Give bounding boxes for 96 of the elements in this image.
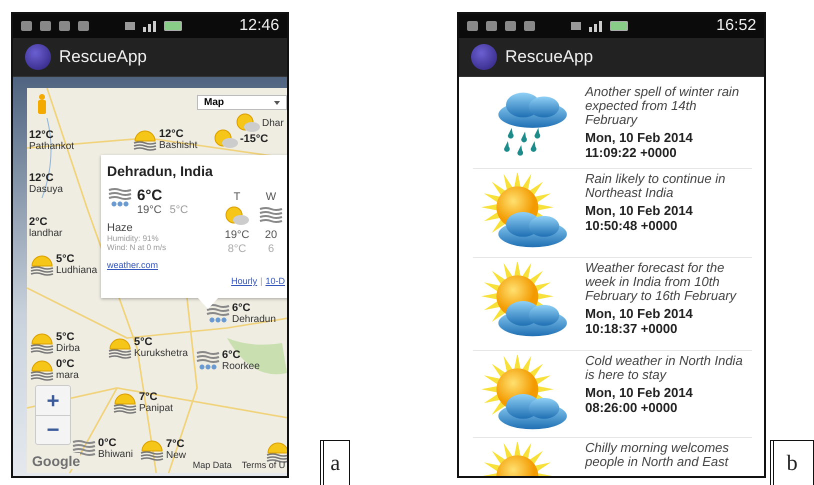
haze-rain-icon — [195, 350, 221, 372]
app-logo-icon — [471, 44, 498, 70]
marker-temperature: 5°C — [56, 254, 76, 265]
attribution-link[interactable]: Map Data — [192, 460, 232, 470]
notification-icon — [467, 21, 478, 31]
sun-cloud-icon — [224, 205, 250, 227]
news-item[interactable]: Another spell of winter rain expected from 14th February Mon, 10 Feb 2014 11:09:22 +0000 — [473, 82, 752, 168]
news-date: Mon, 10 Feb 2014 08:26:00 +0000 — [585, 385, 694, 415]
notification-icon — [21, 21, 32, 31]
news-title: Cold weather in North India is here to stay — [585, 354, 744, 382]
forecast-high: 20 — [264, 229, 278, 241]
haze-rain-icon — [205, 303, 231, 325]
marker-temperature: 12°C — [159, 129, 185, 140]
status-time: 12:46 — [239, 17, 280, 35]
popup-title: Dehradun, India — [107, 163, 214, 179]
forecast-day: W — [266, 191, 276, 203]
news-date: Mon, 10 Feb 2014 11:09:22 +0000 — [585, 130, 694, 160]
sun-icon — [112, 391, 138, 415]
marker-place: Dehradun — [232, 314, 276, 325]
marker-temperature: 6°C — [222, 350, 242, 361]
forecast-link[interactable]: 10-D — [265, 276, 285, 286]
marker-temperature: 0°C — [56, 359, 76, 370]
forecast-day: T — [234, 191, 240, 203]
sun-icon — [29, 253, 55, 277]
forecast-link[interactable]: Hourly — [231, 276, 258, 286]
news-item[interactable]: Cold weather in North India is here to stay Mon, 10 Feb 2014 08:26:00 +0000 — [473, 350, 752, 437]
sun-cloud-icon — [235, 112, 261, 134]
link-separator: | — [260, 276, 262, 286]
marker-temperature: 12°C — [29, 130, 55, 141]
marker-temperature: 5°C — [134, 337, 154, 348]
news-date: Mon, 10 Feb 2014 10:50:48 +0000 — [585, 203, 694, 233]
news-title: Rain likely to continue in Northeast India — [585, 172, 726, 200]
marker-place: Bhiwani — [98, 449, 134, 460]
sound-icon — [125, 22, 135, 30]
news-item[interactable]: Chilly morning welcomes people in North and East — [473, 437, 752, 476]
marker-temperature: 2°C — [29, 217, 48, 228]
news-item[interactable]: Weather forecast for the week in India from 10th February to 16th February Mon, 10 Feb 2014 10:18:37 +0000 — [473, 257, 752, 350]
condition-text: Haze — [107, 222, 134, 234]
current-temperature: 6°C — [137, 187, 164, 204]
battery-icon — [610, 21, 628, 31]
notification-icon — [78, 21, 89, 31]
marker-place: Bashisht — [159, 140, 198, 151]
sun-icon — [132, 128, 158, 152]
marker-place: Dhar — [262, 118, 284, 128]
marker-temperature: -15°C — [240, 134, 268, 144]
sun-icon — [29, 358, 55, 382]
marker-place: mara — [56, 370, 79, 381]
marker-place: Dirba — [56, 343, 80, 354]
figure-label: b — [770, 440, 814, 485]
sun-icon — [29, 331, 55, 355]
high-temperature: 19°C — [137, 204, 162, 216]
app-logo-icon — [25, 44, 51, 70]
marker-temperature: 7°C — [139, 392, 158, 403]
notification-icon — [505, 21, 516, 31]
news-item[interactable]: Rain likely to continue in Northeast India Mon, 10 Feb 2014 10:50:48 +0000 — [473, 168, 752, 257]
humidity-text: Humidity: 91% — [107, 234, 160, 243]
forecast-high: 19°C — [224, 229, 250, 241]
signal-icon — [143, 20, 156, 32]
sun-icon — [139, 438, 165, 462]
attribution-link[interactable]: Terms of U — [242, 460, 286, 470]
marker-temperature: 12°C — [29, 173, 55, 184]
marker-temperature: 5°C — [56, 332, 76, 343]
marker-place: Dasuya — [29, 184, 63, 195]
sun-icon — [107, 336, 133, 360]
marker-place: landhar — [29, 228, 62, 239]
battery-icon — [164, 21, 182, 31]
news-title: Weather forecast for the week in India from 10th February to 16th February — [585, 261, 738, 303]
zoom-in-button[interactable]: + — [36, 386, 70, 415]
notification-icon — [40, 21, 51, 31]
figure-label: a — [320, 440, 350, 485]
marker-place: Roorkee — [222, 361, 260, 372]
notification-icon — [59, 21, 70, 31]
notification-icon — [486, 21, 498, 31]
sound-icon — [571, 22, 582, 30]
news-title: Another spell of winter rain expected from 14th February — [585, 85, 740, 127]
marker-temperature: 6°C — [232, 303, 252, 314]
signal-icon — [589, 20, 602, 32]
news-title: Chilly morning welcomes people in North and East — [585, 441, 730, 469]
haze-rain-icon — [107, 187, 133, 209]
marker-temperature: 0°C — [98, 438, 118, 449]
source-link[interactable]: weather.com — [107, 260, 158, 270]
map-logo: Google — [32, 453, 80, 469]
status-time: 16:52 — [716, 17, 756, 35]
sun-cloud-icon — [213, 128, 239, 150]
map-type-dropdown[interactable]: Map — [197, 95, 287, 110]
forecast-low: 8°C — [228, 243, 246, 255]
marker-temperature: 7°C — [166, 439, 186, 450]
notification-icon — [524, 21, 536, 31]
app-title: RescueApp — [505, 47, 594, 67]
news-date: Mon, 10 Feb 2014 10:18:37 +0000 — [585, 306, 694, 336]
wind-text: Wind: N at 0 m/s — [107, 243, 168, 252]
zoom-out-button[interactable]: − — [36, 415, 70, 444]
forecast-low: 6 — [268, 243, 274, 255]
app-title: RescueApp — [59, 47, 147, 67]
marker-place: Ludhiana — [56, 265, 98, 276]
low-temperature: 5°C — [170, 204, 188, 216]
